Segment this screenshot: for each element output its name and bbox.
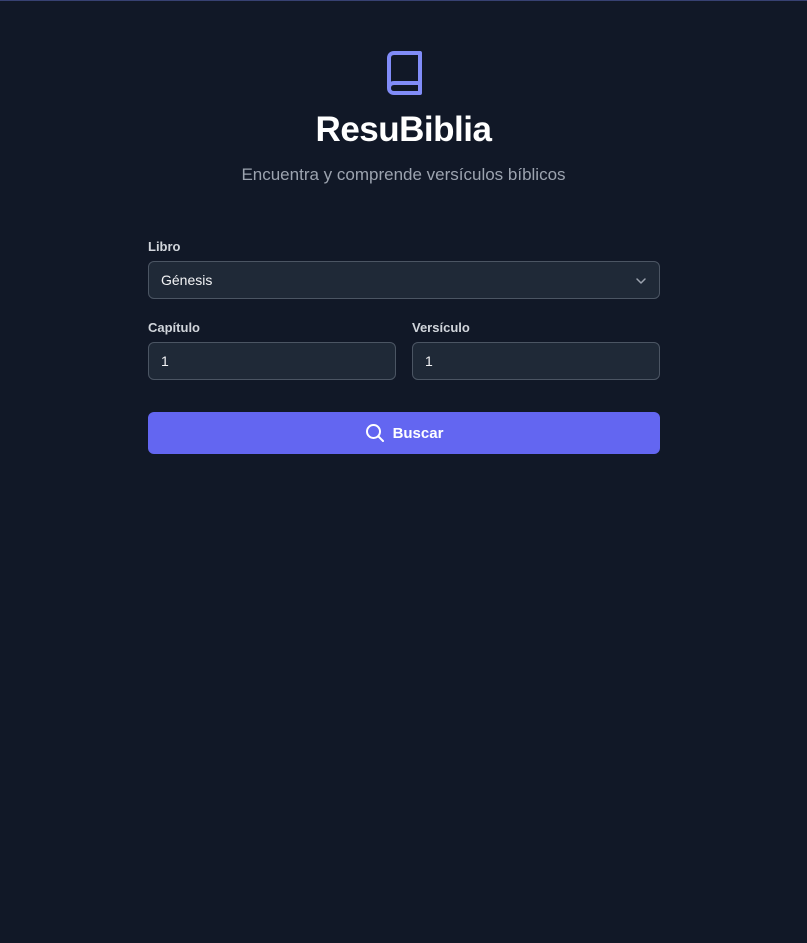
verse-input[interactable] [412, 342, 660, 380]
chapter-field: Capítulo [148, 319, 396, 380]
verse-search-form: Libro Génesis Capítulo Versículo Buscar [148, 238, 660, 454]
top-border [0, 0, 807, 1]
book-select[interactable]: Génesis [148, 261, 660, 299]
chevron-down-icon [636, 278, 646, 284]
search-button[interactable]: Buscar [148, 412, 660, 454]
verse-field: Versículo [412, 319, 660, 380]
chapter-label: Capítulo [148, 320, 200, 335]
book-icon [387, 51, 422, 95]
search-icon [365, 424, 384, 442]
verse-label: Versículo [412, 320, 470, 335]
book-selected-value: Génesis [161, 272, 213, 288]
chapter-input[interactable] [148, 342, 396, 380]
app-title: ResuBiblia [315, 110, 492, 149]
book-label: Libro [148, 239, 181, 254]
search-button-label: Buscar [392, 424, 444, 442]
chapter-verse-row: Capítulo Versículo [148, 319, 660, 380]
app-subtitle: Encuentra y comprende versículos bíblico… [241, 165, 566, 184]
